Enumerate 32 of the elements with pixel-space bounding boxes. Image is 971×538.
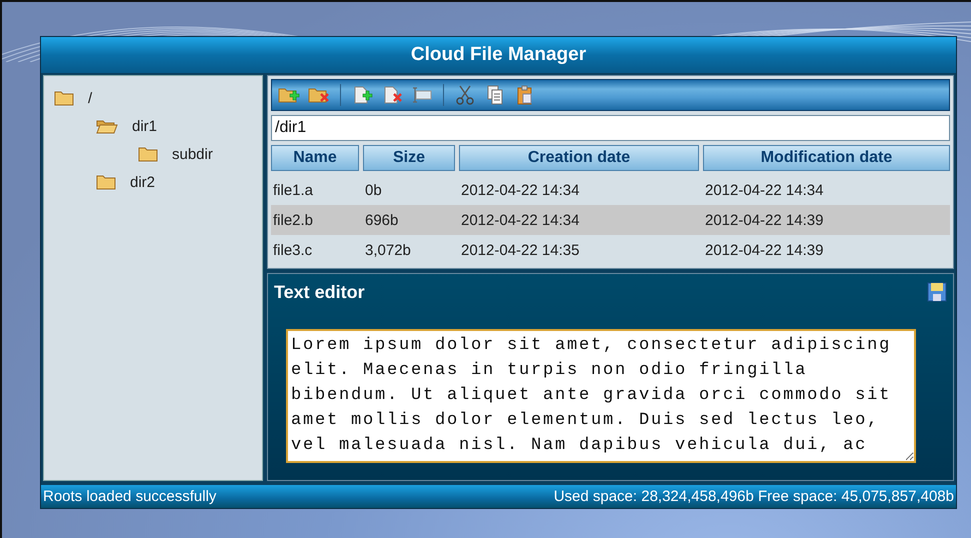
table-row[interactable]: file1.a 0b 2012-04-22 14:34 2012-04-22 14:34 (271, 175, 950, 205)
status-message: Roots loaded successfully (43, 488, 216, 505)
column-header[interactable]: Creation date (459, 145, 699, 171)
path-field[interactable]: /dir1 (271, 115, 950, 141)
table-cell-text: 2012-04-22 14:35 (460, 242, 580, 258)
tree-item[interactable]: subdir (172, 146, 213, 162)
table-row[interactable]: file3.c 3,072b 2012-04-22 14:35 2012-04-22 14:39 (271, 235, 950, 265)
table-row[interactable]: file2.b 696b 2012-04-22 14:34 2012-04-22 14:39 (271, 205, 950, 235)
table-cell-text: 2012-04-22 14:39 (704, 242, 824, 258)
tree-item[interactable]: / (88, 90, 92, 106)
table-cell-text: 696b (364, 212, 400, 228)
column-header[interactable]: Name (271, 145, 359, 171)
column-header[interactable]: Size (363, 145, 455, 171)
text-editor-field[interactable]: Lorem ipsum dolor sit amet, consectetur adipiscing elit. Maecenas in turpis non odio fringilla bibendum. Ut aliquet ante gravida orci commodo sit amet mollis dolor elementum. Duis sed lectus leo, vel malesuada nisl. Nam dapibus vehicula dui, ac (286, 329, 916, 463)
editor-title: Text editor (274, 282, 365, 303)
tree-item[interactable]: dir1 (132, 118, 158, 134)
tree-item[interactable]: dir2 (130, 174, 156, 190)
table-cell-text: 2012-04-22 14:34 (704, 182, 824, 198)
table-cell-text: file1.a (272, 182, 314, 198)
table-cell-text: file3.c (272, 242, 314, 258)
table-cell-text: 2012-04-22 14:39 (704, 212, 824, 228)
table-cell-text: 0b (364, 182, 383, 198)
table-cell-text: 3,072b (364, 242, 412, 258)
space-info: Used space: 28,324,458,496b Free space: 45,075,857,408b (554, 488, 954, 505)
window-title: Cloud File Manager (410, 44, 586, 66)
table-cell-text: file2.b (272, 212, 314, 228)
column-header[interactable]: Modification date (703, 145, 950, 171)
rename-icon[interactable] (411, 85, 433, 105)
table-cell-text: 2012-04-22 14:34 (460, 212, 580, 228)
table-cell-text: 2012-04-22 14:34 (460, 182, 580, 198)
save-icon[interactable] (927, 282, 947, 302)
scissors-icon[interactable] (454, 85, 476, 105)
